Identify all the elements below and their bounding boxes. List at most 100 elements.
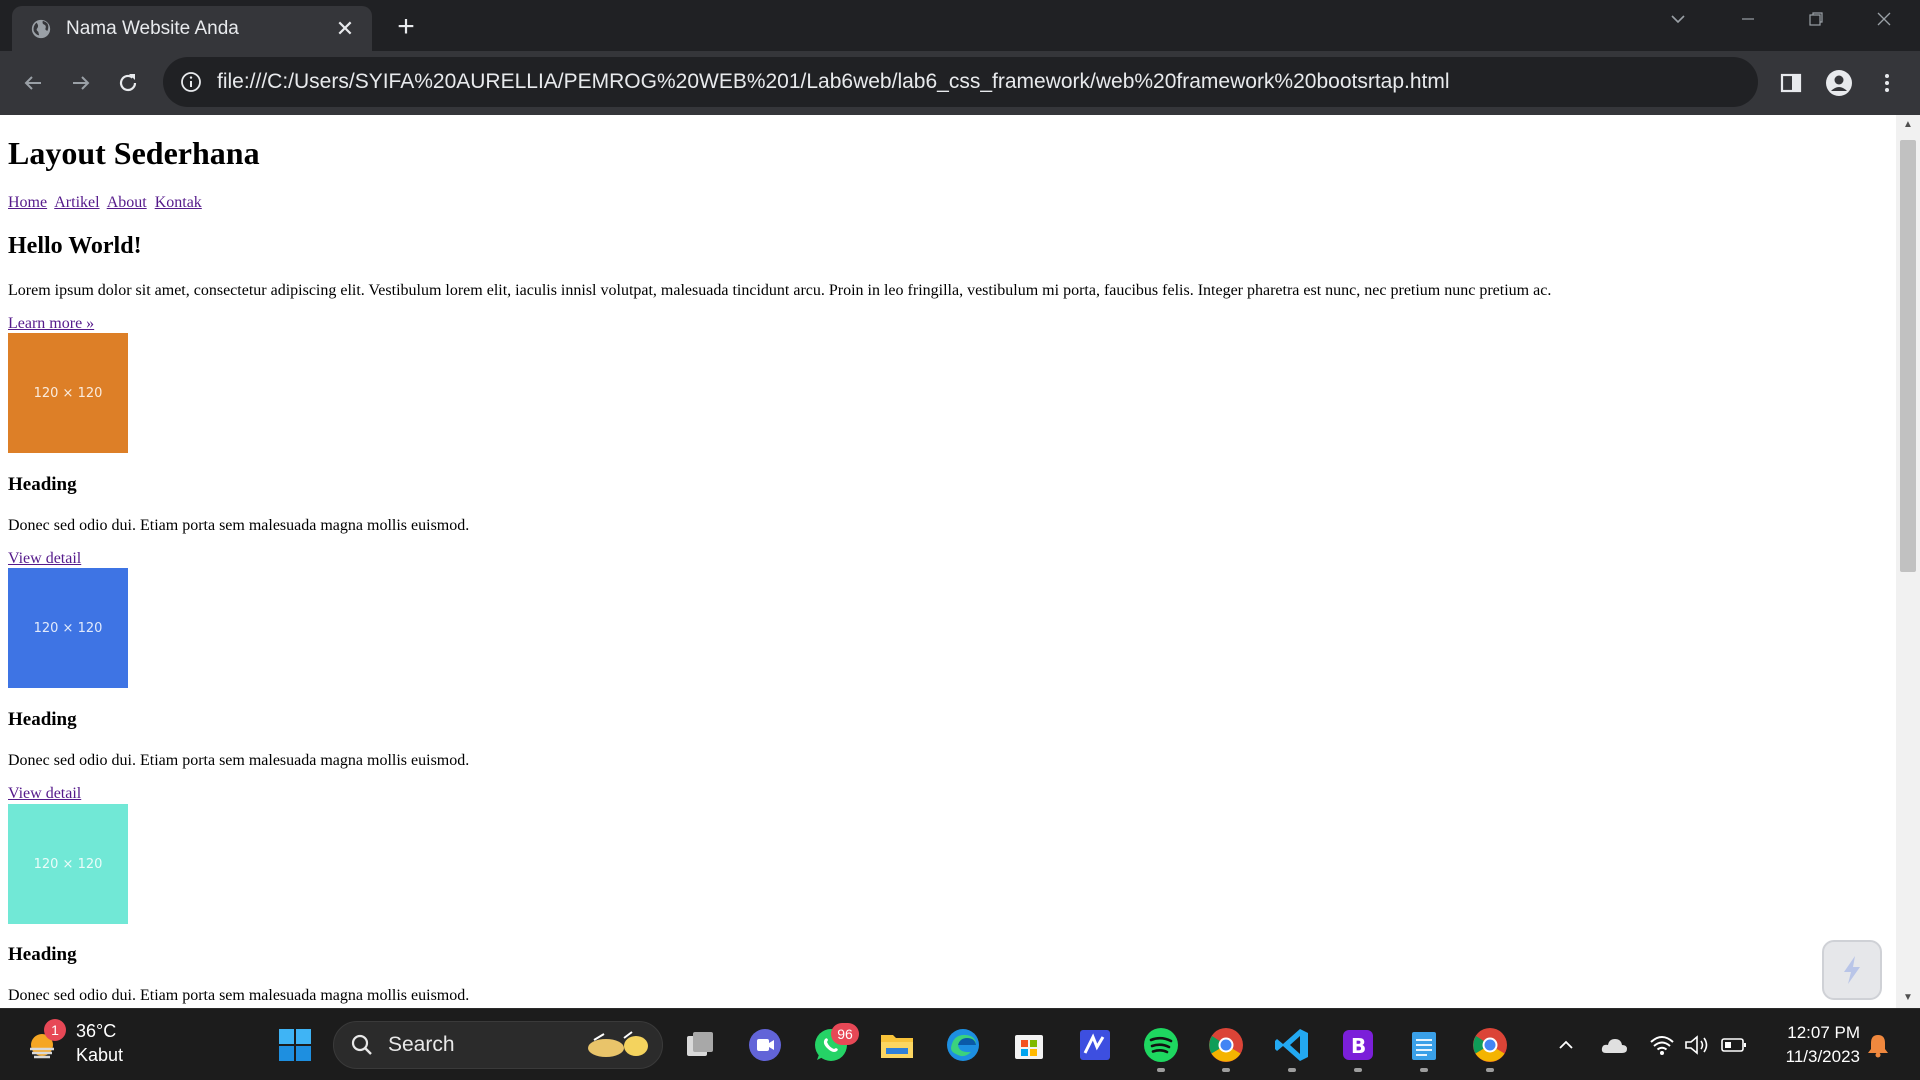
notification-bell-icon[interactable] (1864, 1031, 1892, 1059)
weather-desc: Kabut (76, 1045, 124, 1065)
new-tab-button[interactable]: + (390, 11, 422, 43)
nav-link-artikel[interactable]: Artikel (54, 194, 99, 211)
card-3-image-label: 120 × 120 (33, 856, 103, 872)
card-1-view-detail-link[interactable]: View detail (8, 550, 81, 568)
url-text: file:///C:/Users/SYIFA%20AURELLIA/PEMROG… (217, 70, 1450, 93)
volume-icon[interactable] (1682, 1031, 1710, 1059)
notepad-icon (1412, 1032, 1436, 1060)
address-bar[interactable]: file:///C:/Users/SYIFA%20AURELLIA/PEMROG… (163, 57, 1758, 107)
close-window-icon[interactable] (1864, 6, 1904, 38)
browser-tabstrip: Nama Website Anda ✕ + (0, 0, 1920, 51)
mathway-button[interactable] (1071, 1021, 1119, 1069)
forward-button[interactable] (61, 63, 101, 103)
spotify-button[interactable] (1137, 1021, 1185, 1069)
tab-close-icon[interactable]: ✕ (332, 16, 358, 42)
taskbar-search[interactable]: Search (333, 1021, 663, 1069)
wifi-icon[interactable] (1648, 1031, 1676, 1059)
learn-more-link[interactable]: Learn more » (8, 315, 94, 333)
side-panel-icon (1780, 73, 1802, 93)
weather-text: 36°C Kabut (76, 1019, 123, 1067)
system-clock[interactable]: 12:07 PM 11/3/2023 (1768, 1021, 1860, 1069)
search-label: Search (388, 1033, 455, 1056)
back-button[interactable] (13, 63, 53, 103)
weather-sun-icon: 1 (24, 1019, 66, 1063)
hero-text: Lorem ipsum dolor sit amet, consectetur … (8, 282, 1552, 299)
card-2-heading: Heading (8, 709, 77, 730)
card-3-text: Donec sed odio dui. Etiam porta sem male… (8, 987, 470, 1004)
store-icon (1015, 1035, 1043, 1059)
battery-icon[interactable] (1720, 1031, 1748, 1059)
tab-search-chevron-icon[interactable] (1658, 6, 1698, 38)
reload-icon (119, 74, 137, 92)
scroll-down-arrow-icon[interactable]: ▼ (1896, 988, 1920, 1008)
minimize-icon[interactable] (1728, 6, 1768, 38)
running-indicator (1288, 1068, 1296, 1072)
microsoft-store-button[interactable] (1005, 1021, 1053, 1069)
profile-button[interactable] (1819, 63, 1859, 103)
reload-button[interactable] (108, 63, 148, 103)
info-icon[interactable] (179, 70, 203, 94)
edge-browser-icon (947, 1029, 979, 1061)
task-view-icon (687, 1032, 713, 1056)
card-2-view-detail-link[interactable]: View detail (8, 785, 81, 803)
vscode-button[interactable] (1268, 1021, 1316, 1069)
nav-link-home[interactable]: Home (8, 194, 47, 211)
clock-time: 12:07 PM (1787, 1023, 1860, 1042)
nav-link-kontak[interactable]: Kontak (155, 194, 202, 211)
page-title: Layout Sederhana (8, 135, 260, 171)
windows-logo-icon (279, 1029, 311, 1061)
lightning-icon (1844, 956, 1860, 984)
top-nav: Home Artikel About Kontak (8, 194, 206, 212)
whatsapp-badge: 96 (831, 1023, 859, 1045)
file-explorer-button[interactable] (873, 1021, 921, 1069)
clock-date: 11/3/2023 (1785, 1047, 1860, 1066)
vscode-icon (1275, 1029, 1308, 1061)
vertical-scrollbar[interactable]: ▲ ▼ (1896, 115, 1920, 1008)
profile-icon (1826, 70, 1852, 96)
scroll-up-arrow-icon[interactable]: ▲ (1896, 115, 1920, 135)
page-content: Layout Sederhana Home Artikel About Kont… (0, 115, 1896, 1008)
running-indicator (1420, 1068, 1428, 1072)
side-panel-button[interactable] (1771, 63, 1811, 103)
card-2-image: 120 × 120 (8, 568, 128, 688)
chrome-profile-2-button[interactable] (1466, 1021, 1514, 1069)
scrollbar-thumb[interactable] (1900, 140, 1916, 572)
nav-link-about[interactable]: About (107, 194, 147, 211)
card-1-text: Donec sed odio dui. Etiam porta sem male… (8, 517, 470, 534)
edge-button[interactable] (939, 1021, 987, 1069)
start-button[interactable] (271, 1021, 319, 1069)
bootstrap-studio-button[interactable]: B (1334, 1021, 1382, 1069)
arrow-right-icon (73, 76, 90, 90)
search-icon (351, 1034, 372, 1055)
chrome-icon (1473, 1028, 1507, 1062)
arrow-left-icon (24, 76, 41, 90)
browser-toolbar: file:///C:/Users/SYIFA%20AURELLIA/PEMROG… (0, 51, 1920, 115)
running-indicator (1354, 1068, 1362, 1072)
math-app-icon (1080, 1030, 1110, 1060)
video-chat-icon (749, 1029, 781, 1061)
globe-icon (31, 19, 51, 38)
show-hidden-icons-chevron-icon[interactable] (1552, 1031, 1580, 1059)
kebab-menu-icon (1885, 74, 1889, 92)
running-indicator (1486, 1068, 1494, 1072)
spotify-icon (1144, 1028, 1178, 1062)
svg-text:B: B (1351, 1034, 1366, 1058)
weather-widget[interactable]: 1 36°C Kabut (24, 1019, 123, 1067)
page-viewport: Layout Sederhana Home Artikel About Kont… (0, 115, 1920, 1008)
folder-icon (881, 1035, 913, 1058)
notepad-button[interactable] (1400, 1021, 1448, 1069)
windows-taskbar: 1 36°C Kabut Search 96 B 12:07 PM 11/3/2… (0, 1008, 1920, 1080)
menu-button[interactable] (1867, 63, 1907, 103)
running-indicator (1222, 1068, 1230, 1072)
card-1-heading: Heading (8, 474, 77, 495)
floating-extension-button[interactable] (1822, 940, 1882, 1000)
browser-tab[interactable]: Nama Website Anda ✕ (12, 6, 372, 51)
running-indicator (1157, 1068, 1165, 1072)
card-3-image: 120 × 120 (8, 804, 128, 924)
card-1-image: 120 × 120 (8, 333, 128, 453)
onedrive-cloud-icon[interactable] (1600, 1031, 1628, 1059)
teams-chat-button[interactable] (741, 1021, 789, 1069)
chrome-profile-1-button[interactable] (1202, 1021, 1250, 1069)
task-view-button[interactable] (676, 1021, 724, 1069)
restore-icon[interactable] (1796, 6, 1836, 38)
